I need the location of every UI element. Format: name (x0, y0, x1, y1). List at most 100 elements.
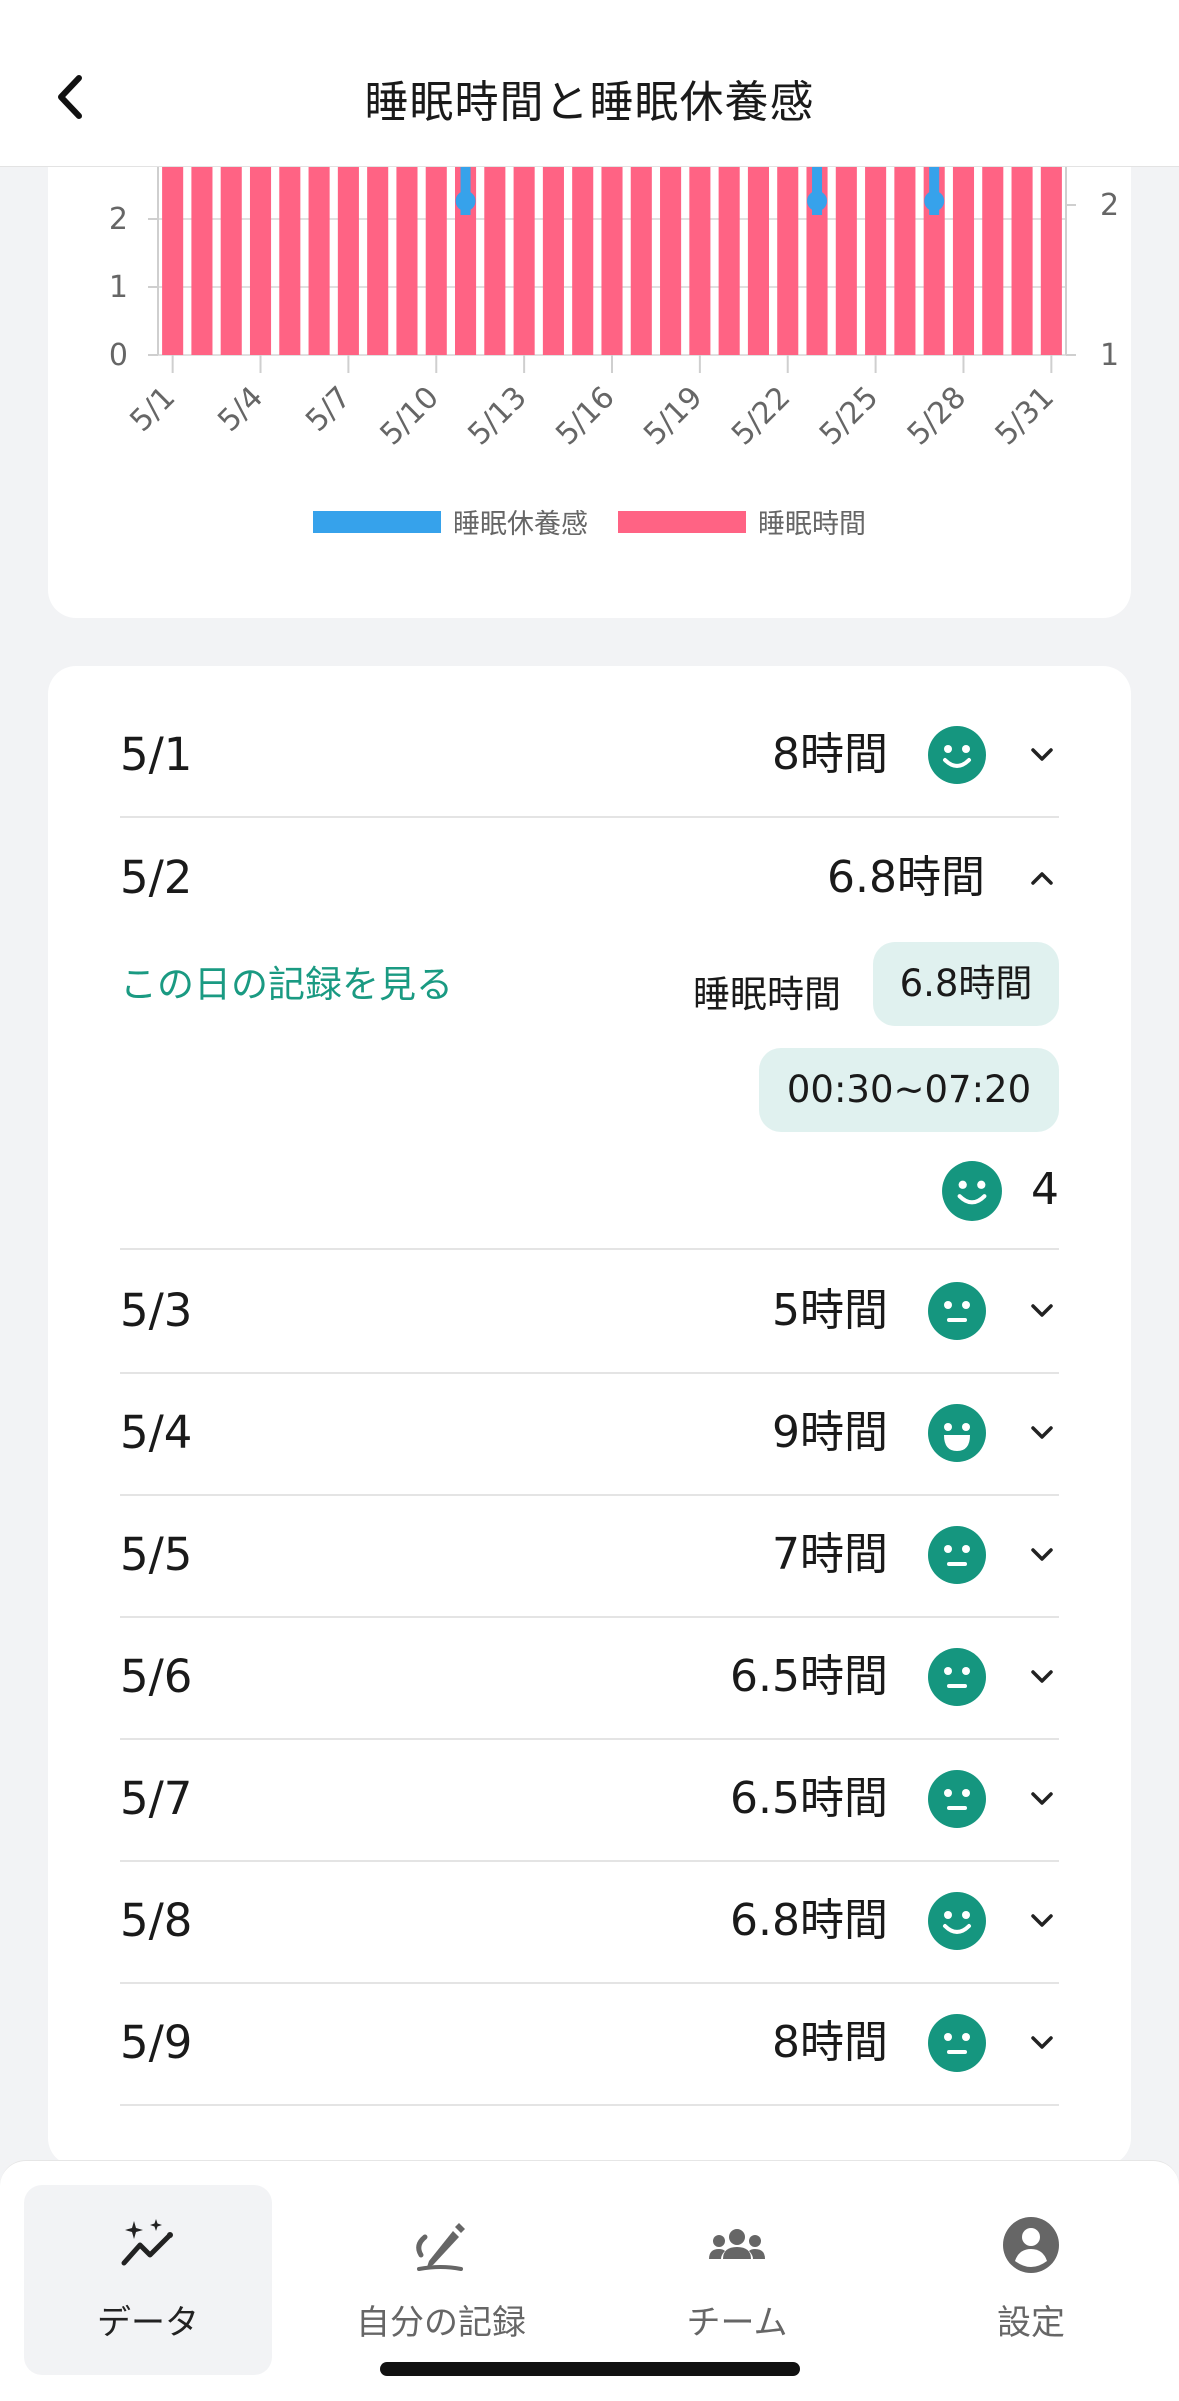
legend-swatch-sleep (618, 510, 746, 533)
neutral-face-icon (928, 1648, 986, 1706)
tab-team[interactable]: チーム (613, 2185, 861, 2375)
list-item[interactable]: 5/6 6.5時間 (120, 1616, 1059, 1740)
rest-point (807, 191, 828, 211)
chevron-down-icon[interactable] (1027, 1662, 1057, 1692)
bar (865, 166, 887, 355)
row-hours: 6.8時間 (730, 1895, 888, 1946)
pencil-icon (416, 2223, 465, 2271)
smile-face-icon (928, 1892, 986, 1950)
bar (279, 166, 301, 355)
group-icon (709, 2229, 765, 2259)
legend-swatch-rest (313, 510, 441, 533)
x-tick-label: 5/10 (374, 380, 446, 452)
bar (718, 166, 740, 355)
legend-label-sleep: 睡眠時間 (758, 509, 866, 540)
list-item-expanded[interactable]: 5/2 6.8時間 この日の記録を見る 睡眠時間 6.8時間 00:30~07:… (120, 816, 1059, 1250)
row-hours: 6.5時間 (730, 1651, 888, 1702)
row-hours: 6.5時間 (730, 1773, 888, 1824)
row-hours: 7時間 (772, 1529, 888, 1580)
list-item[interactable]: 5/3 5時間 (120, 1250, 1059, 1374)
x-tick-label: 5/16 (549, 380, 621, 452)
rest-point (455, 191, 476, 211)
bar (1011, 166, 1033, 355)
bar (1040, 166, 1062, 355)
x-tick-label: 5/4 (211, 380, 270, 439)
neutral-face-icon (928, 1282, 986, 1340)
bar (982, 166, 1004, 355)
list-item[interactable]: 5/7 6.5時間 (120, 1738, 1059, 1862)
tab-data[interactable]: データ (24, 2185, 272, 2375)
daily-list-card: 5/1 8時間 5/2 6.8時間 この日の記録を見る 睡眠時間 6.8時間 0… (48, 666, 1131, 2166)
y-tick-label-left: 1 (109, 270, 128, 305)
x-tick-label: 5/19 (637, 380, 709, 452)
bar (689, 166, 711, 355)
x-tick-label: 5/25 (813, 380, 885, 452)
list-item[interactable]: 5/9 8時間 (120, 1982, 1059, 2106)
y-tick-label-right: 2 (1100, 188, 1119, 223)
x-tick-label: 5/28 (901, 380, 973, 452)
y-tick-label-right: 1 (1100, 338, 1119, 373)
x-tick-label: 5/1 (123, 380, 182, 439)
page-title: 睡眠時間と睡眠休養感 (364, 77, 815, 128)
row-date: 5/4 (120, 1406, 193, 1459)
legend-item-sleep[interactable]: 睡眠時間 (618, 502, 866, 541)
list-item[interactable]: 5/5 7時間 (120, 1494, 1059, 1618)
row-hours: 8時間 (772, 729, 888, 780)
bar (630, 166, 652, 355)
chevron-down-icon[interactable] (1027, 1906, 1057, 1936)
app-header: 睡眠時間と睡眠休養感 (0, 0, 1179, 167)
sleep-time-label: 睡眠時間 (693, 973, 841, 1016)
bar (191, 166, 213, 355)
smile-face-icon (928, 726, 986, 784)
chevron-down-icon[interactable] (1027, 2028, 1057, 2058)
list-item[interactable]: 5/8 6.8時間 (120, 1860, 1059, 1984)
neutral-face-icon (928, 1770, 986, 1828)
y-tick-label-left: 0 (109, 338, 128, 373)
tab-label: チーム (686, 2303, 788, 2343)
tab-label: データ (97, 2303, 199, 2343)
rest-score: 4 (1031, 1164, 1059, 1215)
tab-label: 自分の記録 (356, 2303, 526, 2343)
x-tick-label: 5/22 (725, 380, 797, 452)
row-date: 5/3 (120, 1284, 193, 1337)
bar (952, 166, 975, 355)
row-date: 5/8 (120, 1894, 193, 1947)
tab-settings[interactable]: 設定 (907, 2185, 1155, 2375)
bar (601, 166, 623, 355)
bar (308, 166, 330, 355)
bar (660, 166, 682, 355)
chart-card: 0 1 2 1 2 5/1 5/4 5/7 5/10 5/13 5/16 5/19 5/22 5/25 5/… (48, 100, 1131, 618)
chevron-down-icon[interactable] (1027, 740, 1057, 770)
y-tick-label-left: 2 (109, 202, 128, 237)
bar (162, 166, 184, 355)
grin-face-icon (928, 1404, 986, 1462)
account-icon (1003, 2217, 1059, 2273)
bar (513, 166, 535, 355)
chevron-down-icon[interactable] (1027, 1784, 1057, 1814)
chevron-up-icon[interactable] (1027, 863, 1057, 893)
tab-my-records[interactable]: 自分の記録 (317, 2185, 565, 2375)
tab-label: 設定 (997, 2303, 1065, 2343)
legend-item-rest[interactable]: 睡眠休養感 (313, 502, 588, 541)
view-record-link[interactable]: この日の記録を見る (120, 954, 453, 1008)
row-date: 5/6 (120, 1650, 193, 1703)
row-date: 5/1 (120, 728, 193, 781)
row-hours: 9時間 (772, 1407, 888, 1458)
chevron-down-icon[interactable] (1027, 1540, 1057, 1570)
bar (367, 166, 389, 355)
sparkle-chart-icon (121, 2219, 173, 2266)
row-hours: 6.8時間 (827, 852, 985, 903)
chevron-down-icon[interactable] (1027, 1418, 1057, 1448)
smile-face-icon (942, 1161, 1002, 1221)
bar (249, 166, 272, 355)
list-item[interactable]: 5/1 8時間 (120, 694, 1059, 818)
chart-legend: 睡眠休養感 睡眠時間 (48, 502, 1131, 541)
home-indicator (380, 2362, 800, 2376)
bar (894, 166, 916, 355)
bar (747, 166, 769, 355)
bar (572, 166, 594, 355)
rest-point (924, 191, 945, 211)
chevron-down-icon[interactable] (1027, 1296, 1057, 1326)
row-date: 5/7 (120, 1772, 193, 1825)
list-item[interactable]: 5/4 9時間 (120, 1372, 1059, 1496)
